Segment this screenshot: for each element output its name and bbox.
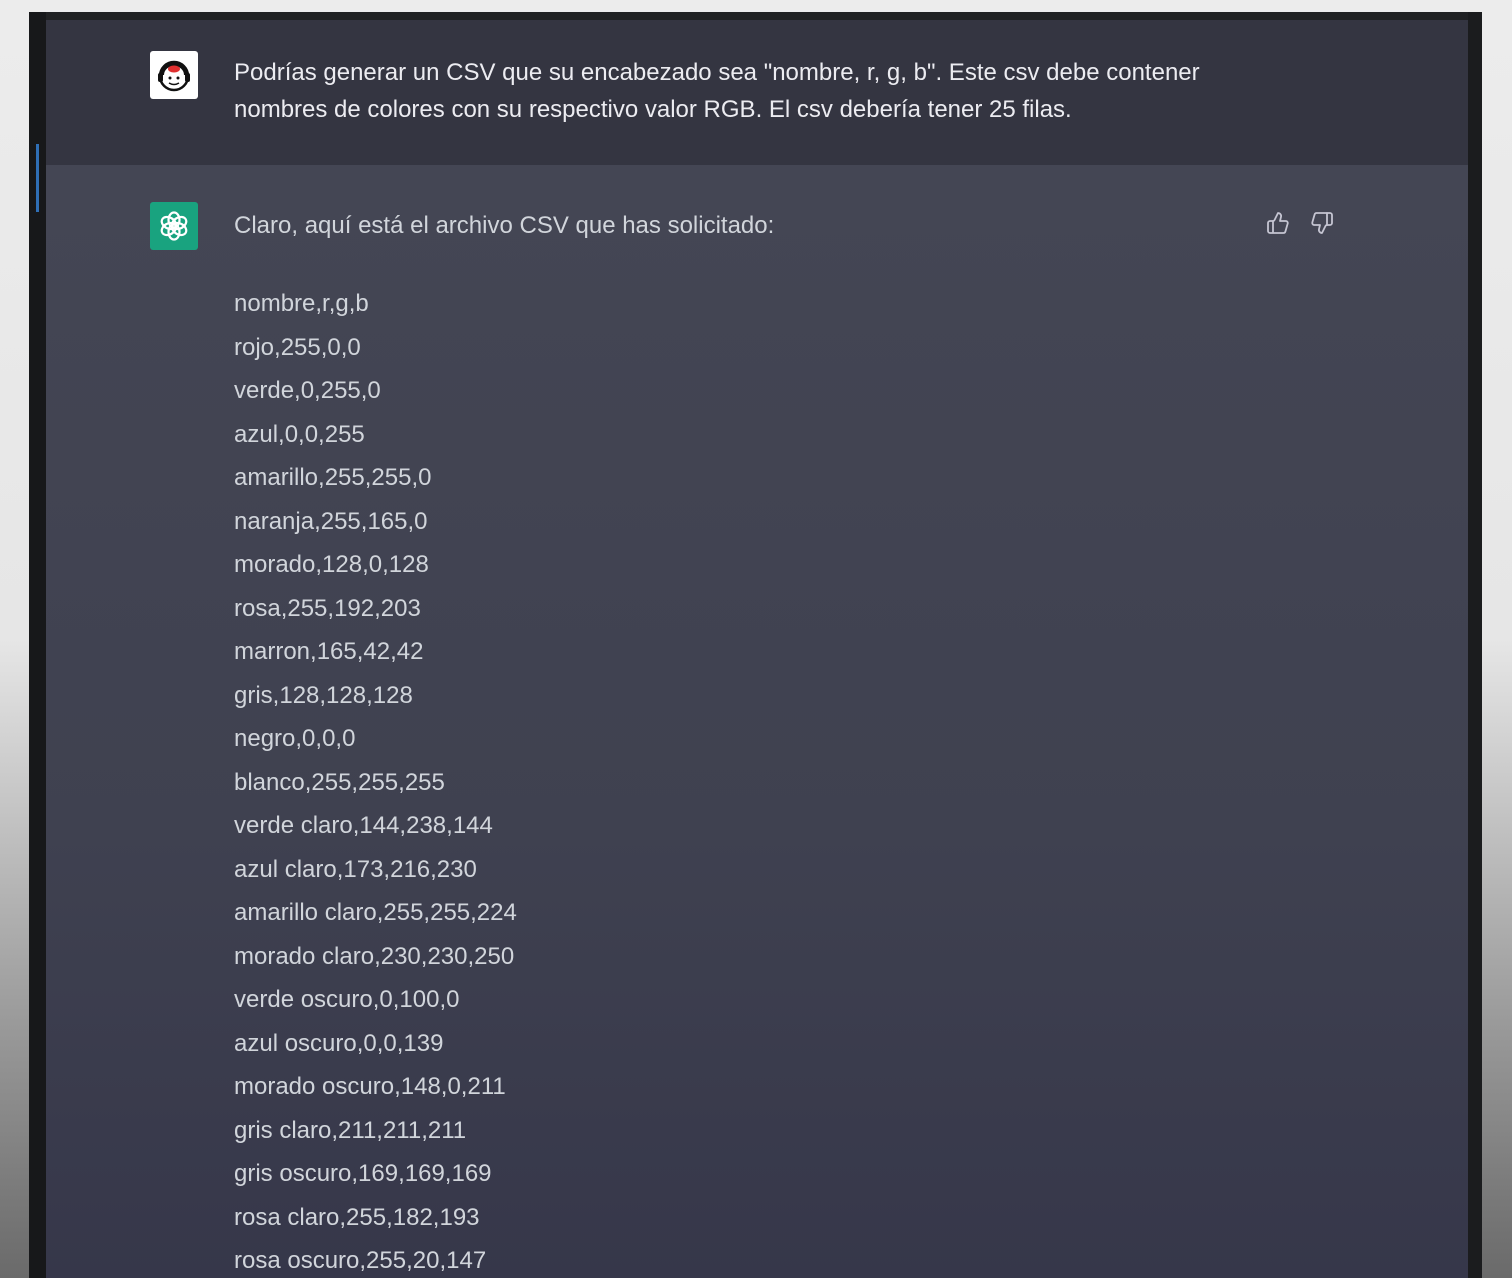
thumbs-down-icon bbox=[1311, 212, 1333, 234]
csv-line: azul claro,173,216,230 bbox=[234, 855, 477, 883]
dislike-button[interactable] bbox=[1308, 209, 1336, 237]
csv-line: verde oscuro,0,100,0 bbox=[234, 986, 460, 1013]
csv-line: azul oscuro,0,0,139 bbox=[234, 1029, 444, 1057]
csv-line: negro,0,0,0 bbox=[234, 725, 356, 752]
user-message: Podrías generar un CSV que su encabezado… bbox=[46, 20, 1468, 165]
csv-line: morado oscuro,148,0,211 bbox=[234, 1073, 506, 1100]
csv-line: nombre,r,g,b bbox=[234, 290, 369, 317]
csv-line: gris oscuro,169,169,169 bbox=[234, 1160, 492, 1187]
scroll-indicator bbox=[36, 144, 39, 212]
chat-window: Podrías generar un CSV que su encabezado… bbox=[29, 12, 1482, 1278]
csv-line: rosa claro,255,182,193 bbox=[234, 1203, 480, 1231]
right-scrollbar-track[interactable] bbox=[1468, 12, 1482, 1278]
csv-line: amarillo claro,255,255,224 bbox=[234, 899, 517, 926]
openai-logo-icon bbox=[160, 211, 188, 241]
user-message-line: Podrías generar un CSV que su encabezado… bbox=[234, 59, 1200, 86]
csv-line: amarillo,255,255,0 bbox=[234, 464, 432, 491]
csv-line: marron,165,42,42 bbox=[234, 638, 424, 665]
assistant-intro-text: Claro, aquí está el archivo CSV que has … bbox=[234, 212, 775, 239]
user-avatar-icon bbox=[158, 60, 190, 92]
csv-line: morado,128,0,128 bbox=[234, 551, 429, 578]
assistant-avatar bbox=[150, 202, 198, 250]
assistant-message: Claro, aquí está el archivo CSV que has … bbox=[46, 165, 1468, 1278]
csv-line: gris claro,211,211,211 bbox=[234, 1116, 467, 1144]
csv-line: rojo,255,0,0 bbox=[234, 333, 361, 361]
csv-line: morado claro,230,230,250 bbox=[234, 942, 515, 970]
csv-line: rosa,255,192,203 bbox=[234, 594, 421, 622]
csv-line: verde,0,255,0 bbox=[234, 377, 381, 404]
user-message-line: nombres de colores con su respectivo val… bbox=[234, 96, 1072, 123]
conversation: Podrías generar un CSV que su encabezado… bbox=[46, 20, 1468, 1278]
like-button[interactable] bbox=[1264, 209, 1292, 237]
csv-line: azul,0,0,255 bbox=[234, 420, 365, 448]
left-sidebar-edge bbox=[29, 12, 46, 1278]
csv-line: blanco,255,255,255 bbox=[234, 768, 445, 796]
user-message-text: Podrías generar un CSV que su encabezado… bbox=[234, 54, 1234, 128]
csv-output: nombre,r,g,b rojo,255,0,0 verde,0,255,0 azu… bbox=[234, 282, 517, 1278]
csv-line: gris,128,128,128 bbox=[234, 681, 413, 709]
user-avatar bbox=[150, 51, 198, 99]
csv-line: verde claro,144,238,144 bbox=[234, 812, 493, 839]
csv-line: rosa oscuro,255,20,147 bbox=[234, 1247, 487, 1274]
thumbs-up-icon bbox=[1267, 212, 1289, 234]
csv-line: naranja,255,165,0 bbox=[234, 507, 428, 535]
